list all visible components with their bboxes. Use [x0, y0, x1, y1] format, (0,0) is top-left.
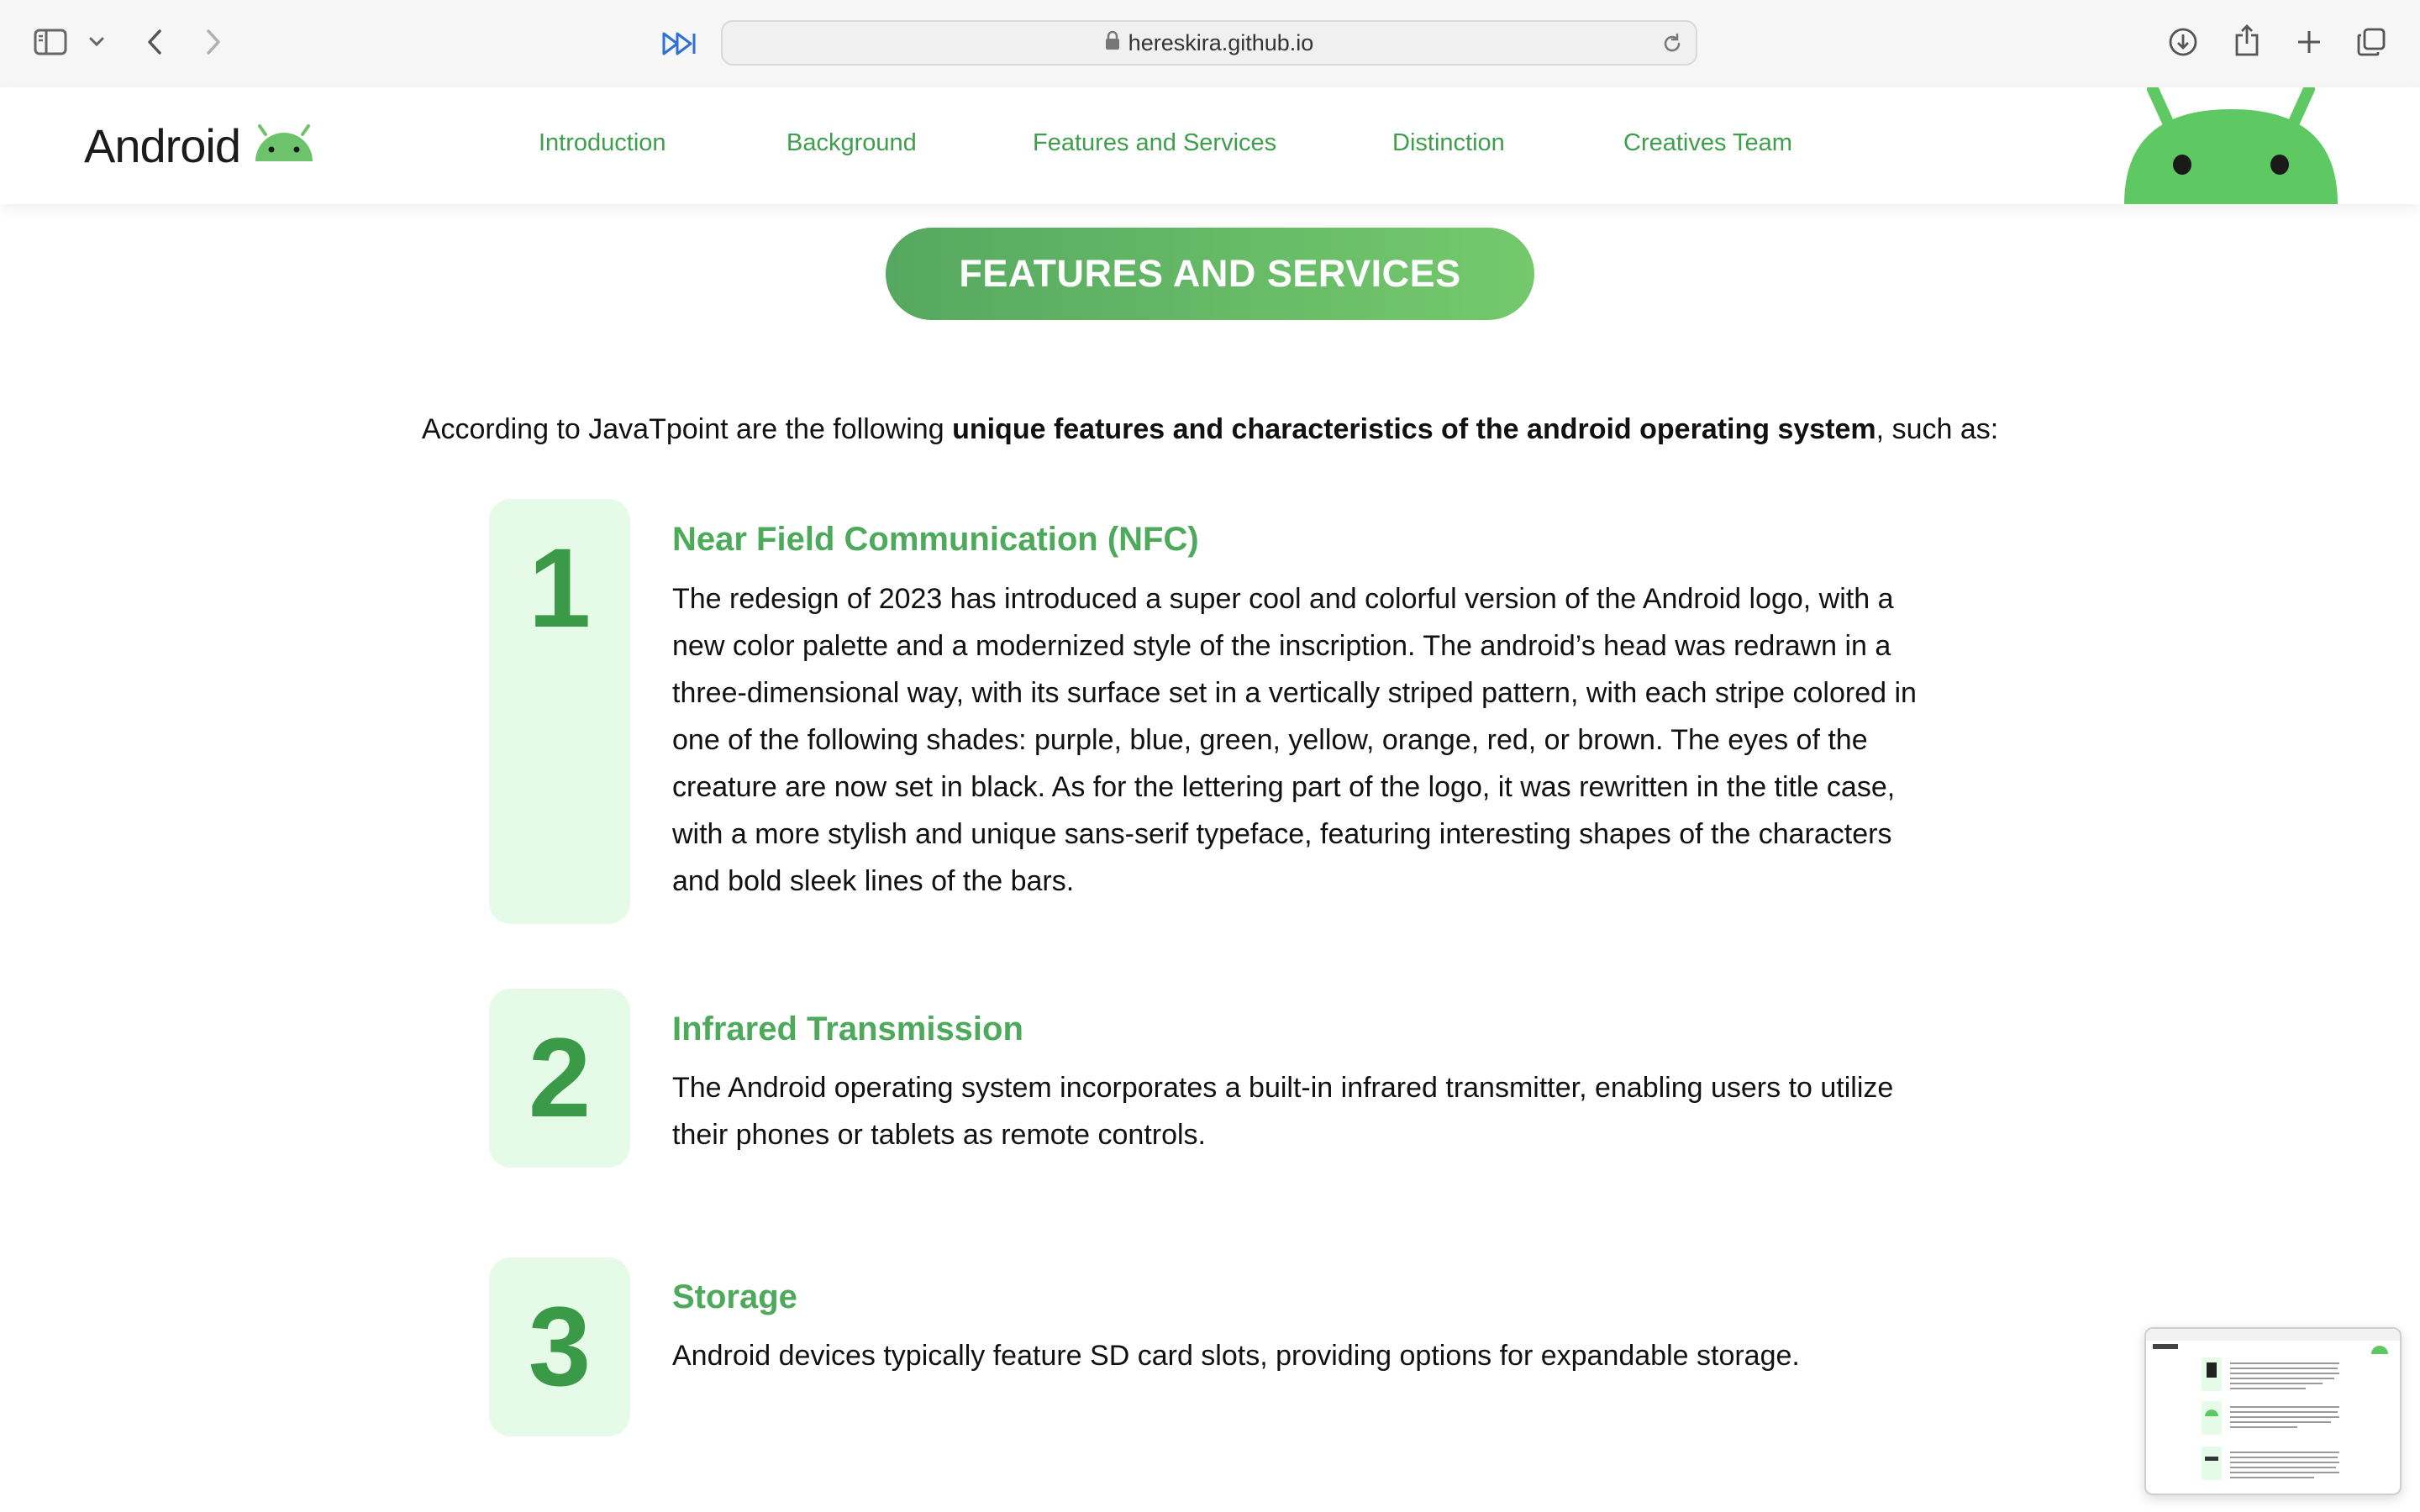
site-header: Android Introduction Background Features… — [0, 87, 2420, 204]
fast-forward-icon[interactable] — [660, 29, 697, 59]
intro-prefix: According to JavaTpoint are the followin… — [421, 413, 953, 445]
nav-distinction[interactable]: Distinction — [1392, 129, 1505, 157]
address-bar[interactable]: hereskira.github.io — [721, 20, 1697, 66]
feature-number-badge: 3 — [489, 1257, 630, 1436]
chevron-down-icon[interactable] — [87, 32, 106, 52]
forward-icon[interactable] — [200, 25, 227, 59]
share-icon[interactable] — [2230, 22, 2264, 59]
feature-title: Storage — [672, 1278, 797, 1315]
feature-description: The redesign of 2023 has introduced a su… — [672, 583, 1917, 897]
url-text: hereskira.github.io — [1128, 29, 1314, 55]
nav-introduction[interactable]: Introduction — [539, 129, 666, 157]
screenshot-thumbnail[interactable] — [2144, 1327, 2402, 1495]
nav-background[interactable]: Background — [786, 129, 917, 157]
download-icon[interactable] — [2166, 25, 2200, 59]
nav-creatives-team[interactable]: Creatives Team — [1623, 129, 1792, 157]
nav-features-and-services[interactable]: Features and Services — [1033, 129, 1276, 157]
lock-icon — [1105, 30, 1120, 56]
intro-bold: unique features and characteristics of t… — [952, 413, 1876, 445]
sidebar-icon[interactable] — [34, 25, 67, 59]
reload-icon[interactable] — [1660, 32, 1684, 60]
section-heading: FEATURES AND SERVICES — [886, 228, 1534, 320]
feature-description: The Android operating system incorporate… — [672, 1072, 1894, 1151]
feature-number-badge: 1 — [489, 499, 630, 924]
feature-number-badge: 2 — [489, 989, 630, 1168]
feature-title: Infrared Transmission — [672, 1011, 1023, 1047]
back-icon[interactable] — [141, 25, 168, 59]
main-nav: Introduction Background Features and Ser… — [0, 87, 2420, 204]
feature-description: Android devices typically feature SD car… — [672, 1340, 1800, 1372]
browser-toolbar: hereskira.github.io — [0, 0, 2420, 88]
tabs-overview-icon[interactable] — [2354, 25, 2388, 59]
new-tab-icon[interactable] — [2292, 25, 2326, 59]
feature-title: Near Field Communication (NFC) — [672, 521, 1199, 558]
intro-suffix: , such as: — [1876, 413, 1999, 445]
intro-text: According to JavaTpoint are the followin… — [0, 413, 2420, 446]
android-mascot-icon — [2118, 87, 2344, 204]
